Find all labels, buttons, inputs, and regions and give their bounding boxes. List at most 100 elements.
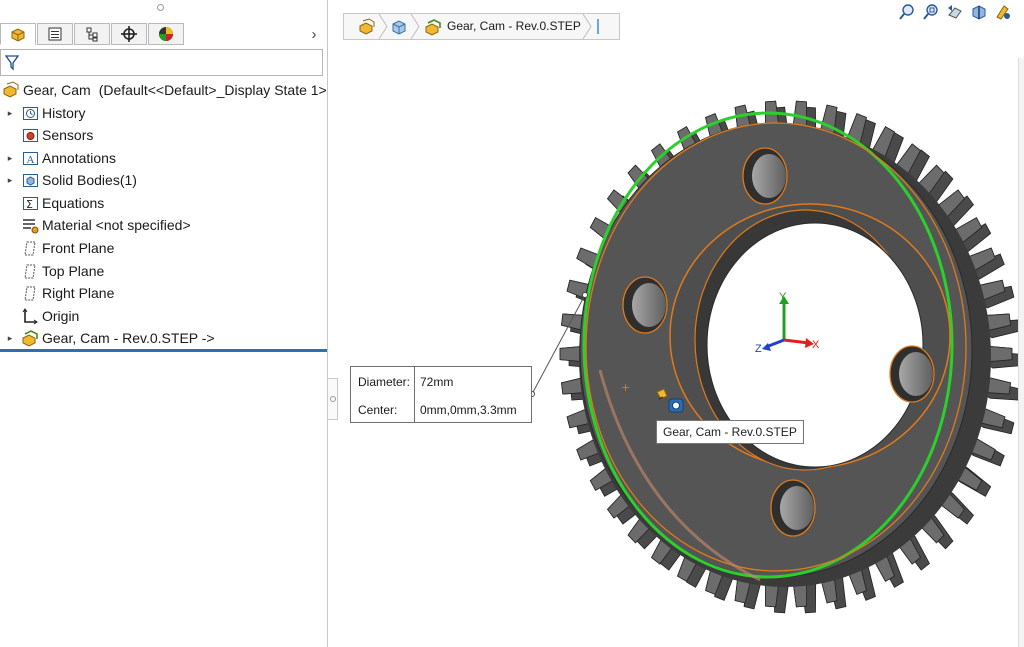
breadcrumb-solid-body[interactable]: [390, 14, 408, 39]
part-icon: [3, 81, 19, 98]
tab-displaymanager[interactable]: [148, 23, 184, 45]
expand-arrow-icon[interactable]: ▸: [4, 108, 16, 119]
svg-text:A: A: [26, 154, 34, 166]
origin-icon: [22, 307, 38, 324]
tree-item-label: Gear, Cam - Rev.0.STEP ->: [42, 330, 215, 346]
center-label: Center:: [358, 403, 398, 417]
heads-up-view-toolbar: [897, 1, 1024, 23]
task-pane-collapsed-edge[interactable]: [1018, 58, 1024, 647]
measure-cursor-icon: [656, 388, 684, 413]
tree-item-material[interactable]: Material <not specified>: [4, 215, 191, 235]
center-marker: +: [621, 381, 630, 394]
history-icon: [22, 106, 38, 120]
tab-propertymanager[interactable]: [37, 23, 73, 45]
propertymanager-icon: [48, 27, 62, 41]
part-icon: [11, 28, 25, 42]
zoom-to-fit-icon: [899, 4, 914, 20]
rollback-bar[interactable]: [0, 349, 327, 352]
triad-x-label: X: [812, 339, 820, 351]
tree-item-label: Solid Bodies(1): [42, 172, 137, 188]
tree-filter-input[interactable]: [0, 49, 323, 76]
zoom-to-area-icon: [923, 4, 938, 20]
solid-bodies-icon: [22, 173, 38, 187]
tree-item-right-plane[interactable]: Right Plane: [4, 283, 114, 303]
triad-z-label: Z: [755, 343, 762, 355]
tab-configurationmanager[interactable]: [74, 23, 110, 45]
tree-item-label: Annotations: [42, 150, 116, 166]
breadcrumb-imported-feature[interactable]: [424, 14, 442, 39]
crosshair-icon: [121, 26, 137, 42]
section-view-button[interactable]: [969, 2, 989, 22]
appearance-icon: [159, 27, 173, 41]
filter-icon: [5, 55, 19, 71]
tree-item-label: Material <not specified>: [42, 217, 191, 233]
tree-item-label: Origin: [42, 308, 80, 324]
breadcrumb: Gear, Cam - Rev.0.STEP: [343, 13, 620, 40]
tree-item-top-plane[interactable]: Top Plane: [4, 261, 104, 281]
triad-y-label: Y: [779, 291, 787, 303]
manager-tab-strip: ›: [0, 22, 327, 48]
material-icon: [22, 218, 38, 233]
configuration-icon: [86, 27, 98, 42]
tree-item-label: History: [42, 105, 86, 121]
breadcrumb-separator-icon: [378, 14, 388, 39]
breadcrumb-separator-icon: [410, 14, 420, 39]
sensors-icon: [22, 128, 38, 142]
breadcrumb-caret: [597, 19, 599, 34]
plane-icon: [23, 241, 36, 255]
tree-root-config: (Default<<Default>_Display State 1>: [98, 82, 327, 98]
bolt-hole[interactable]: [742, 147, 788, 205]
tab-featuremanager[interactable]: [0, 23, 36, 45]
section-view-icon: [972, 5, 986, 20]
breadcrumb-label[interactable]: Gear, Cam - Rev.0.STEP: [447, 19, 581, 33]
zoom-to-area-button[interactable]: [921, 2, 941, 22]
previous-view-icon: [948, 5, 962, 19]
part-icon: [359, 17, 375, 35]
expand-arrow-icon[interactable]: ▸: [4, 153, 16, 164]
tree-item-label: Equations: [42, 195, 105, 211]
tree-item-equations[interactable]: Σ Equations: [4, 193, 104, 213]
graphics-area[interactable]: Y X Z +: [329, 42, 1024, 647]
feature-manager-panel: › Gear, Cam (Default<<Default>_Display S…: [0, 0, 328, 647]
tree-item-label: Right Plane: [42, 285, 115, 301]
tree-item-front-plane[interactable]: Front Plane: [4, 238, 114, 258]
previous-view-button[interactable]: [945, 2, 965, 22]
tree-item-label: Front Plane: [42, 240, 115, 256]
bolt-hole[interactable]: [889, 345, 935, 403]
svg-text:Σ: Σ: [26, 198, 33, 211]
tree-item-origin[interactable]: Origin: [4, 306, 79, 326]
diameter-value: 72mm: [420, 375, 454, 389]
annotations-icon: A: [22, 151, 38, 166]
measure-callout: Diameter: 72mm Center: 0mm,0mm,3.3mm: [350, 366, 532, 423]
breadcrumb-part[interactable]: [358, 14, 376, 39]
tree-item-annotations[interactable]: ▸ A Annotations: [4, 148, 116, 168]
tree-item-imported-feature[interactable]: ▸ Gear, Cam - Rev.0.STEP ->: [4, 328, 215, 348]
diameter-label: Diameter:: [358, 375, 411, 389]
equations-icon: Σ: [22, 196, 38, 211]
solid-body-icon: [392, 19, 406, 35]
imported-feature-icon: [22, 330, 38, 347]
imported-feature-icon: [425, 18, 441, 36]
center-value: 0mm,0mm,3.3mm: [420, 403, 517, 417]
bolt-hole[interactable]: [622, 276, 668, 334]
hover-tooltip: Gear, Cam - Rev.0.STEP: [656, 420, 804, 444]
tree-root-part[interactable]: Gear, Cam (Default<<Default>_Display Sta…: [2, 81, 327, 99]
tree-item-solid-bodies[interactable]: ▸ Solid Bodies(1): [4, 170, 137, 190]
breadcrumb-separator-icon: [582, 14, 592, 39]
dynamic-annotation-icon: [996, 5, 1010, 20]
expand-arrow-icon[interactable]: ▸: [4, 333, 16, 344]
tab-dimxpertmanager[interactable]: [111, 23, 147, 45]
dynamic-annotation-button[interactable]: [993, 2, 1013, 22]
plane-icon: [23, 286, 36, 300]
plane-icon: [23, 264, 36, 278]
tree-item-label: Top Plane: [42, 263, 105, 279]
panel-grip-icon[interactable]: [157, 4, 164, 11]
tree-item-label: Sensors: [42, 127, 94, 143]
tree-item-sensors[interactable]: Sensors: [4, 125, 93, 145]
tree-root-label: Gear, Cam: [23, 82, 91, 98]
tabs-scroll-right-icon[interactable]: ›: [306, 25, 322, 45]
expand-arrow-icon[interactable]: ▸: [4, 175, 16, 186]
bolt-hole[interactable]: [770, 479, 816, 537]
tree-item-history[interactable]: ▸ History: [4, 103, 86, 123]
zoom-to-fit-button[interactable]: [897, 2, 917, 22]
